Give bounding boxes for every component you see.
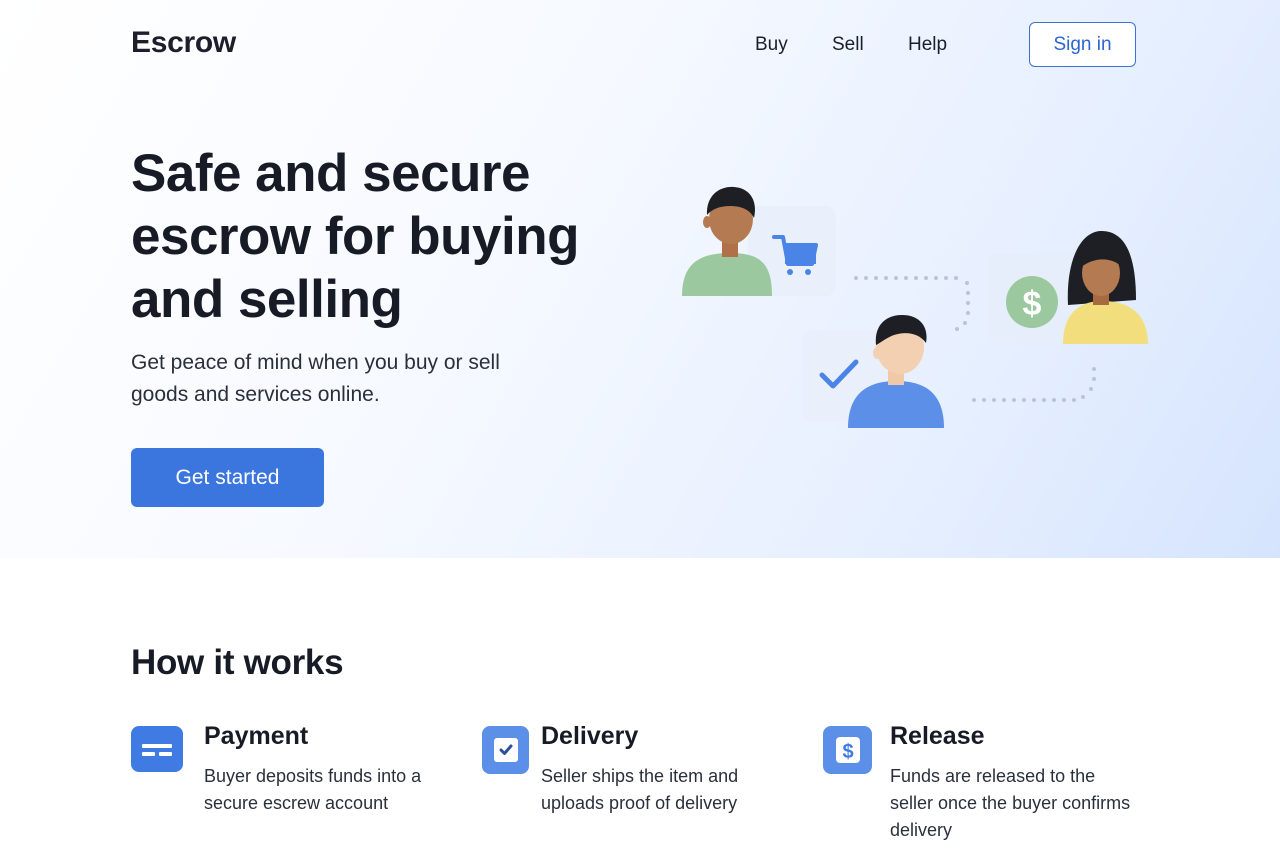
hero-title-line: Safe and secure bbox=[131, 144, 531, 203]
dollar-icon: $ bbox=[823, 726, 872, 774]
seller-avatar bbox=[1063, 230, 1148, 344]
sign-in-button[interactable]: Sign in bbox=[1029, 22, 1136, 67]
hero-title-line: and selling bbox=[131, 270, 403, 329]
get-started-button[interactable]: Get started bbox=[131, 448, 324, 507]
escrow-illustration: $ bbox=[682, 186, 1148, 428]
hero-subtitle-line: goods and services online. bbox=[131, 383, 380, 406]
dollar-icon: $ bbox=[1006, 276, 1058, 328]
hero-subtitle-line: Get peace of mind when you buy or sell bbox=[131, 351, 500, 374]
step-title: Delivery bbox=[541, 722, 639, 750]
hero-subtitle: Get peace of mind when you buy or sell g… bbox=[131, 347, 561, 411]
step-description-line: seller once the buyer confirms bbox=[890, 793, 1131, 813]
step-title: Payment bbox=[204, 722, 309, 750]
step-description-line: secure escrew account bbox=[204, 793, 389, 813]
hero-title-line: escrow for buying bbox=[131, 207, 579, 266]
step-description: Funds are released to the seller once th… bbox=[890, 763, 1130, 844]
step-description-line: Funds are released to the bbox=[890, 766, 1096, 786]
svg-text:$: $ bbox=[842, 741, 853, 763]
checkbox-icon bbox=[482, 726, 529, 774]
step-description-line: uploads proof of delivery bbox=[541, 793, 738, 813]
dotted-connector bbox=[972, 367, 1096, 402]
nav-link-sell[interactable]: Sell bbox=[832, 34, 864, 56]
step-description-line: Buyer deposits funds into a bbox=[204, 766, 422, 786]
step-description-line: Seller ships the item and bbox=[541, 766, 739, 786]
nav-link-help[interactable]: Help bbox=[908, 34, 947, 56]
step-title: Release bbox=[890, 722, 985, 750]
card-icon bbox=[131, 726, 183, 772]
how-it-works-title: How it works bbox=[131, 643, 344, 682]
nav-link-buy[interactable]: Buy bbox=[755, 34, 788, 56]
step-description-line: delivery bbox=[890, 820, 953, 840]
logo[interactable]: Escrow bbox=[131, 26, 236, 60]
step-description: Seller ships the item and uploads proof … bbox=[541, 763, 738, 817]
hero-title: Safe and secure escrow for buying and se… bbox=[131, 142, 651, 331]
step-description: Buyer deposits funds into a secure escre… bbox=[204, 763, 421, 817]
svg-text:$: $ bbox=[1023, 285, 1042, 323]
